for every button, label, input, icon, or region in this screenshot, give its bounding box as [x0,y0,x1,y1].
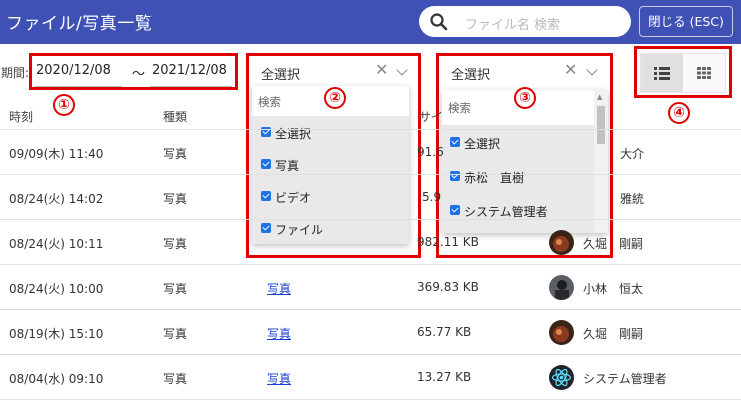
search-icon [430,13,448,31]
annotation-number-1: ① [53,93,75,116]
close-button[interactable]: 閉じる (ESC) [639,6,733,37]
avatar [549,365,574,390]
avatar [549,320,574,345]
photo-link[interactable]: 写真 [267,280,291,297]
photo-link[interactable]: 写真 [267,325,291,342]
avatar [549,275,574,300]
column-header-type[interactable]: 種類 [163,108,187,125]
table-row[interactable]: 08/19(木) 15:10 写真 写真 65.77 KB 久堀 剛嗣 [0,310,741,355]
app-header: ファイル/写真一覧 ファイル名 検索 閉じる (ESC) [0,0,741,44]
page-title: ファイル/写真一覧 [6,14,153,34]
table-row[interactable]: 08/04(水) 09:10 写真 写真 13.27 KB システム管理者 [0,355,741,400]
annotation-box-1 [29,53,238,90]
period-label: 期間: [1,66,30,80]
table-row[interactable]: 08/24(火) 10:00 写真 写真 369.83 KB 小林 恒太 [0,265,741,310]
table-row[interactable]: 08/24(火) 14:02 写真 5.9 雅統 [0,175,741,220]
search-input[interactable]: ファイル名 検索 [419,6,631,37]
column-header-time[interactable]: 時刻 [9,108,33,125]
annotation-number-3: ③ [514,86,536,109]
avatar [549,230,574,255]
photo-link[interactable]: 写真 [267,370,291,387]
annotation-number-4: ④ [668,101,690,124]
table-row[interactable]: 09/09(木) 11:40 写真 91.6 大介 [0,130,741,175]
column-header-size[interactable]: サイ [419,108,443,125]
annotation-box-4 [634,46,732,98]
search-placeholder: ファイル名 検索 [465,18,561,33]
annotation-number-2: ② [324,86,346,109]
table-row[interactable]: 08/24(火) 10:11 写真 982.11 KB 久堀 剛嗣 [0,220,741,265]
